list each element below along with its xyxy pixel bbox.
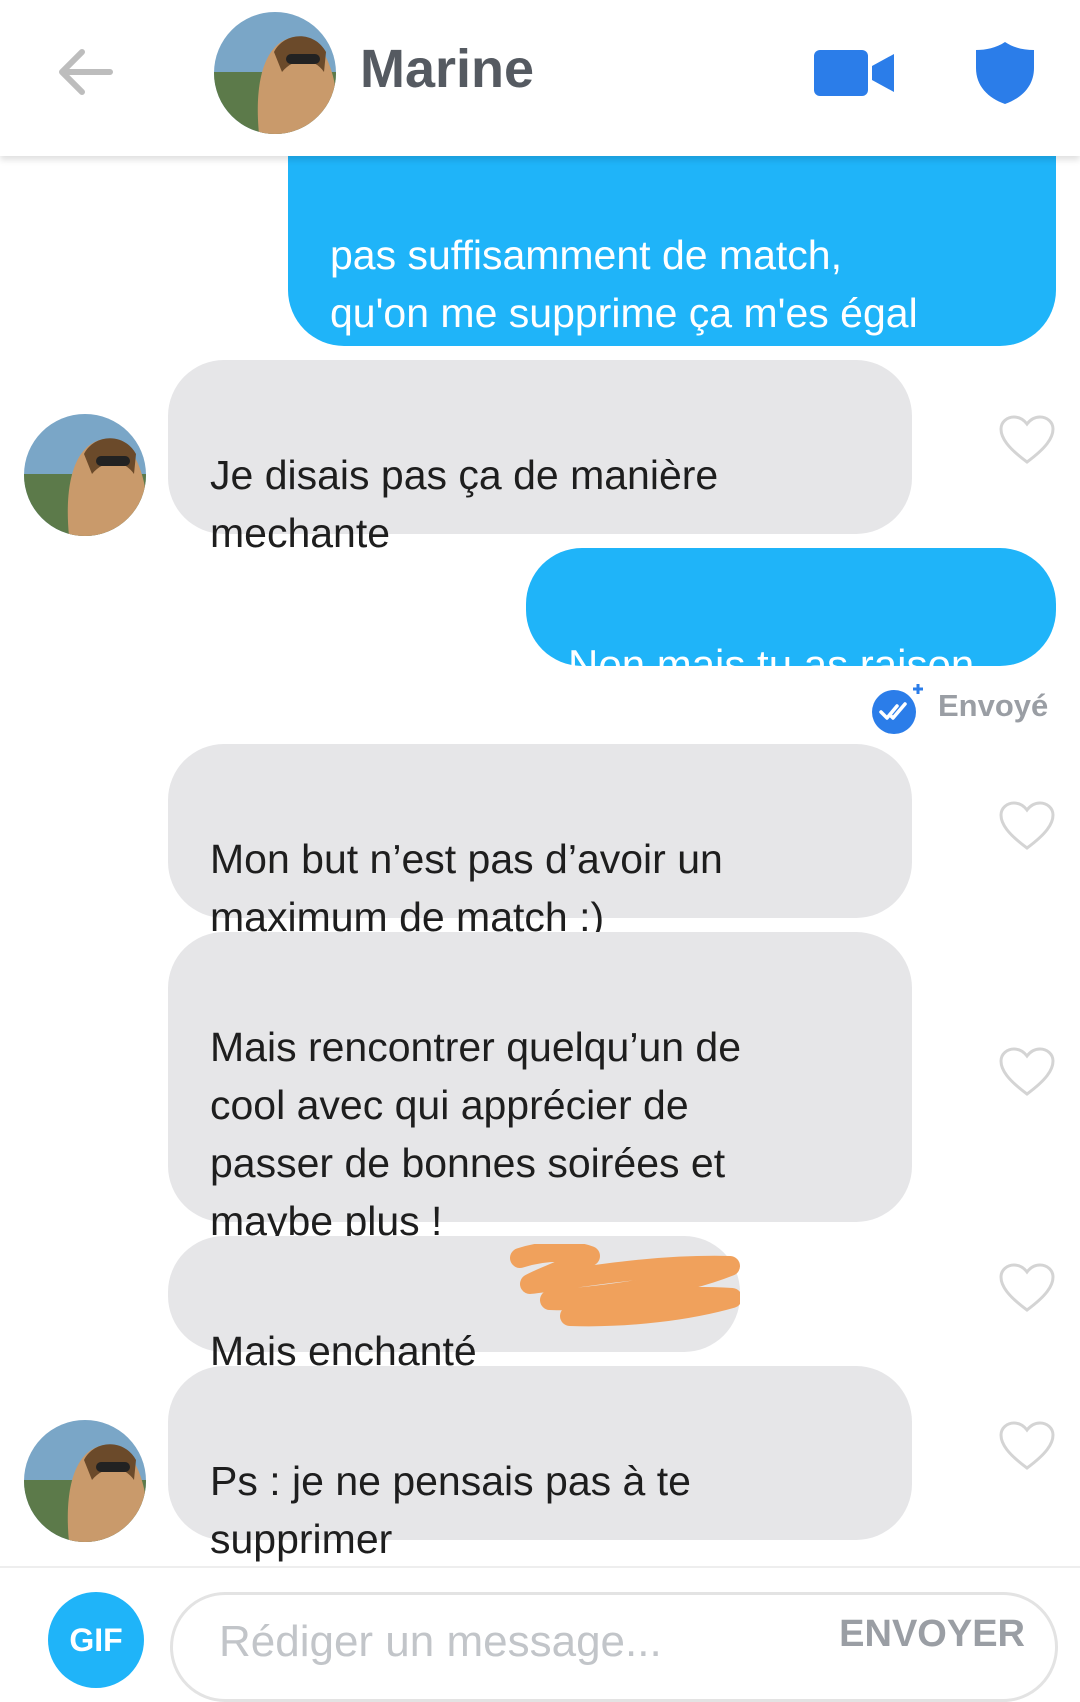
like-button[interactable] xyxy=(998,414,1056,466)
heart-icon xyxy=(999,415,1055,464)
contact-avatar[interactable] xyxy=(24,1420,146,1542)
sent-label: Envoyé xyxy=(938,688,1049,723)
heart-icon xyxy=(999,1263,1055,1312)
sent-status xyxy=(870,682,926,734)
message-text: pas suffisamment de match, qu'on me supp… xyxy=(330,232,918,336)
like-button[interactable] xyxy=(998,1262,1056,1314)
message-input-container[interactable]: ENVOYER xyxy=(170,1592,1058,1702)
message-bubble-incoming[interactable]: Mon but n’est pas d’avoir un maximum de … xyxy=(168,744,912,940)
video-camera-icon xyxy=(814,50,894,96)
shield-icon xyxy=(976,42,1034,104)
redaction-scribble xyxy=(510,1244,740,1327)
message-bubble-incoming[interactable]: Je disais pas ça de manière mechante xyxy=(168,360,912,556)
message-text: Mon but n’est pas d’avoir un maximum de … xyxy=(210,836,723,940)
message-bubble-outgoing[interactable]: Non mais tu as raison xyxy=(526,548,1056,688)
arrow-left-icon xyxy=(59,49,113,95)
send-button[interactable]: ENVOYER xyxy=(839,1613,1025,1656)
chat-header: Marine xyxy=(0,0,1080,156)
like-button[interactable] xyxy=(998,1420,1056,1472)
message-text: Mais rencontrer quelqu’un de cool avec q… xyxy=(210,1024,742,1244)
video-call-button[interactable] xyxy=(812,46,898,100)
heart-icon xyxy=(999,1047,1055,1096)
message-bubble-incoming[interactable]: Mais rencontrer quelqu’un de cool avec q… xyxy=(168,932,912,1244)
contact-avatar[interactable] xyxy=(214,12,336,134)
contact-name[interactable]: Marine xyxy=(360,38,534,100)
contact-avatar[interactable] xyxy=(24,414,146,536)
message-input[interactable] xyxy=(217,1601,781,1683)
message-text: Ps : je ne pensais pas à te supprimer xyxy=(210,1458,691,1562)
message-text: Je disais pas ça de manière mechante xyxy=(210,452,719,556)
like-button[interactable] xyxy=(998,800,1056,852)
like-button[interactable] xyxy=(998,1046,1056,1098)
heart-icon xyxy=(999,801,1055,850)
message-text: Non mais tu as raison xyxy=(568,641,975,688)
message-composer: GIF ENVOYER xyxy=(0,1566,1080,1702)
message-bubble-incoming[interactable]: Ps : je ne pensais pas à te supprimer xyxy=(168,1366,912,1562)
double-check-icon xyxy=(872,684,923,734)
heart-icon xyxy=(999,1421,1055,1470)
back-button[interactable] xyxy=(52,44,114,100)
gif-button[interactable]: GIF xyxy=(48,1592,144,1688)
safety-button[interactable] xyxy=(974,40,1036,106)
